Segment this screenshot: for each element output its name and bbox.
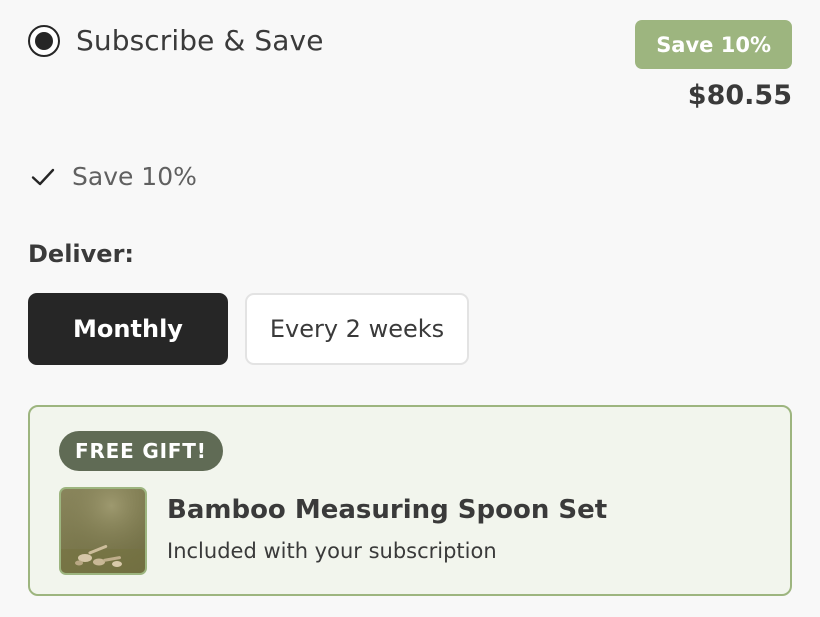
frequency-every-2-weeks-button[interactable]: Every 2 weeks <box>245 293 469 365</box>
subscribe-radio-button[interactable] <box>28 24 60 57</box>
free-gift-badge: FREE GIFT! <box>59 431 223 471</box>
gift-product-image <box>59 487 147 575</box>
benefit-text: Save 10% <box>72 162 197 191</box>
option-title: Subscribe & Save <box>76 24 324 57</box>
check-icon <box>31 168 55 185</box>
subscription-price: $80.55 <box>687 80 792 111</box>
save-badge: Save 10% <box>635 20 792 69</box>
bamboo-spoon-illustration <box>61 489 145 573</box>
deliver-label: Deliver: <box>28 240 135 268</box>
benefit-item: Save 10% <box>30 162 197 191</box>
gift-product-name: Bamboo Measuring Spoon Set <box>167 495 608 525</box>
free-gift-card: FREE GIFT! Bamboo Measuring Spoon Set In… <box>28 405 792 596</box>
frequency-monthly-button[interactable]: Monthly <box>28 293 228 365</box>
subscribe-save-option[interactable]: Subscribe & Save Save 10% $80.55 Save 10… <box>0 0 820 617</box>
radio-selected-dot <box>35 31 53 50</box>
gift-subtitle: Included with your subscription <box>167 539 497 563</box>
subscribe-option-header[interactable]: Subscribe & Save <box>28 24 324 57</box>
